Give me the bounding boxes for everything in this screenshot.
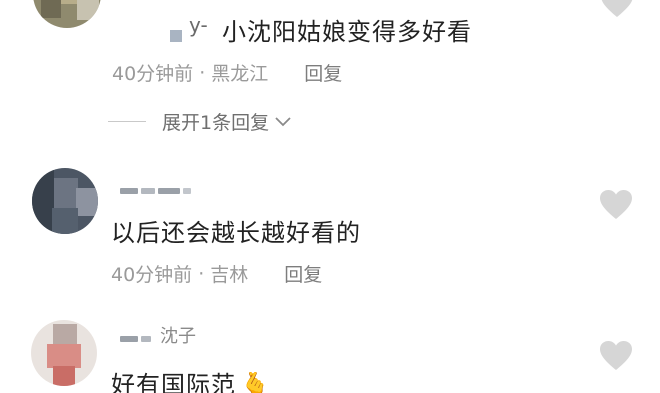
comment-text: 小沈阳姑娘变得多好看 — [222, 18, 472, 46]
comment-location: 黑龙江 — [211, 63, 269, 85]
comment-location: 吉林 — [210, 264, 249, 286]
divider-line — [108, 121, 146, 122]
comment-time: 40分钟前 — [112, 63, 194, 85]
user-avatar[interactable] — [31, 320, 97, 386]
expand-replies-label: 展开1条回复 — [162, 112, 270, 134]
user-avatar[interactable] — [33, 0, 101, 28]
meta-separator: · — [198, 262, 205, 285]
like-heart-icon[interactable] — [600, 0, 634, 18]
comment-text: 以后还会越长越好看的 — [111, 219, 361, 247]
chevron-down-icon — [275, 116, 291, 126]
comment-time: 40分钟前 — [111, 264, 193, 286]
like-heart-icon[interactable] — [599, 341, 633, 371]
comment-text: 好有国际范 🫰 — [111, 365, 271, 393]
comment-author-suffix[interactable]: y- — [189, 13, 208, 37]
like-heart-icon[interactable] — [599, 190, 633, 220]
finger-heart-emoji: 🫰 — [240, 371, 271, 393]
expand-replies-button[interactable]: 展开1条回复 — [108, 108, 291, 135]
comment-author-blurred[interactable] — [120, 186, 191, 196]
reply-button[interactable]: 回复 — [304, 59, 342, 86]
comment-text-content: 好有国际范 — [111, 371, 236, 393]
comment-author-blurred[interactable] — [120, 334, 151, 344]
meta-separator: · — [199, 61, 206, 84]
comment-list: y- 小沈阳姑娘变得多好看 40分钟前 · 黑龙江 回复 展开1条回复 以后还会… — [0, 0, 660, 393]
comment-meta: 40分钟前 · 黑龙江 回复 — [112, 59, 342, 86]
reply-button[interactable]: 回复 — [284, 260, 322, 287]
comment-author-blurred[interactable] — [170, 30, 182, 42]
comment-meta: 40分钟前 · 吉林 回复 — [111, 260, 322, 287]
user-avatar[interactable] — [32, 168, 98, 234]
comment-author-name[interactable]: 沈子 — [160, 322, 196, 348]
